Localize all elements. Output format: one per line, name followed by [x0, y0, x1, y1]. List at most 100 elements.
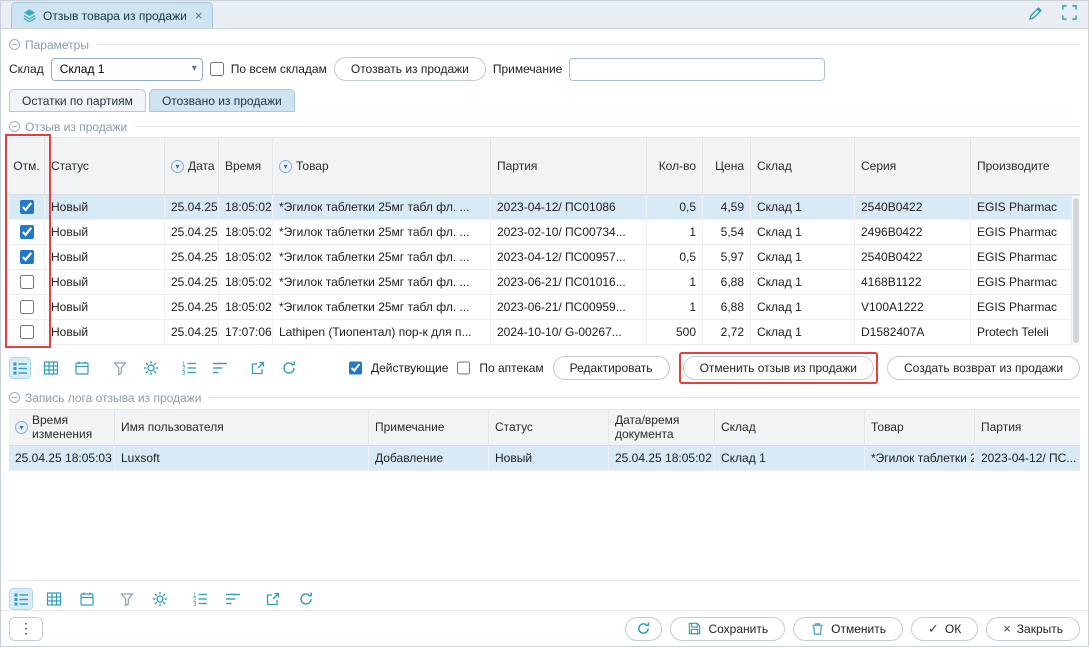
filter-icon[interactable]: [115, 588, 139, 610]
column-header-date-label: Дата: [188, 159, 215, 173]
sort-icon[interactable]: [209, 357, 231, 379]
sort-indicator-icon[interactable]: ▾: [279, 160, 292, 173]
cell-manufacturer: EGIS Pharmac: [971, 245, 1080, 269]
warehouse-combobox-input[interactable]: [52, 59, 202, 80]
tab-title: Отзыв товара из продажи: [43, 9, 187, 23]
save-button[interactable]: Сохранить: [670, 617, 785, 641]
grid-view-icon[interactable]: [40, 357, 62, 379]
column-header-time[interactable]: Время: [219, 138, 273, 194]
settings-gear-icon[interactable]: [148, 588, 172, 610]
create-return-button[interactable]: Создать возврат из продажи: [887, 356, 1080, 380]
refresh-icon[interactable]: [278, 357, 300, 379]
column-header-price[interactable]: Цена: [703, 138, 751, 194]
tab-stock-by-batches[interactable]: Остатки по партиям: [9, 89, 146, 112]
by-pharmacy-checkbox[interactable]: [457, 361, 470, 375]
recall-from-sale-button[interactable]: Отозвать из продажи: [334, 57, 486, 81]
column-header-batch[interactable]: Партия: [491, 138, 647, 194]
column-header-status[interactable]: Статус: [489, 410, 609, 445]
tab-recalled-from-sale[interactable]: Отозвано из продажи: [149, 89, 295, 112]
list-view-icon[interactable]: [9, 357, 31, 379]
cell-qty: 1: [647, 220, 703, 244]
table-row[interactable]: Новый 25.04.25 18:05:02 *Эгилок таблетки…: [9, 220, 1080, 245]
cell-product: *Эгилок таблетки 25мг табл фл. ...: [273, 245, 491, 269]
grid-view-icon[interactable]: [42, 588, 66, 610]
edit-pencil-icon[interactable]: [1027, 4, 1045, 22]
row-select-checkbox[interactable]: [20, 200, 34, 214]
close-button-label: Закрыть: [1017, 622, 1063, 636]
tab-recall-document[interactable]: Отзыв товара из продажи ×: [11, 2, 213, 28]
refresh-icon[interactable]: [294, 588, 318, 610]
cell-qty: 0,5: [647, 195, 703, 219]
refresh-button[interactable]: [625, 617, 662, 641]
tab-bar-actions: [1027, 0, 1078, 28]
settings-gear-icon[interactable]: [140, 357, 162, 379]
calendar-icon[interactable]: [75, 588, 99, 610]
column-header-batch[interactable]: Партия: [975, 410, 1080, 445]
column-header-qty[interactable]: Кол-во: [647, 138, 703, 194]
table-row[interactable]: Новый 25.04.25 18:05:02 *Эгилок таблетки…: [9, 270, 1080, 295]
chevron-down-icon[interactable]: ▾: [192, 63, 197, 74]
numbered-list-icon[interactable]: 123: [188, 588, 212, 610]
cell-batch: 2023-02-10/ ПС00734...: [491, 220, 647, 244]
column-header-warehouse[interactable]: Склад: [715, 410, 865, 445]
vertical-scrollbar[interactable]: [1071, 196, 1080, 345]
edit-button[interactable]: Редактировать: [553, 356, 670, 380]
collapse-log-icon[interactable]: [9, 392, 20, 403]
open-external-icon[interactable]: [247, 357, 269, 379]
log-table-row[interactable]: 25.04.25 18:05:03 Luxsoft Добавление Нов…: [9, 446, 1080, 471]
numbered-list-icon[interactable]: 123: [178, 357, 200, 379]
recall-table-toolbar: 123 Действующие По аптекам Редактировать…: [9, 353, 1080, 383]
cell-status: Новый: [489, 446, 609, 470]
column-header-product[interactable]: Товар: [865, 410, 975, 445]
cancel-recall-button[interactable]: Отменить отзыв из продажи: [683, 356, 874, 380]
column-header-doc-datetime[interactable]: Дата/время документа: [609, 410, 715, 445]
column-header-user-label: Имя пользователя: [121, 421, 224, 435]
note-input[interactable]: [569, 58, 825, 81]
check-icon: ✓: [928, 622, 939, 635]
table-row[interactable]: Новый 25.04.25 18:05:02 *Эгилок таблетки…: [9, 245, 1080, 270]
all-warehouses-checkbox[interactable]: [210, 62, 224, 76]
log-group-header: Запись лога отзыва из продажи: [9, 390, 1080, 405]
filter-icon[interactable]: [109, 357, 131, 379]
column-header-date[interactable]: ▾ Дата: [165, 138, 219, 194]
table-row[interactable]: Новый 25.04.25 18:05:02 *Эгилок таблетки…: [9, 295, 1080, 320]
more-actions-button[interactable]: ⋮: [9, 617, 43, 641]
sort-icon[interactable]: [221, 588, 245, 610]
table-row[interactable]: Новый 25.04.25 17:07:06 Lathipen (Тиопен…: [9, 320, 1080, 345]
calendar-icon[interactable]: [71, 357, 93, 379]
group-divider: [97, 44, 1080, 45]
column-header-product[interactable]: ▾Товар: [273, 138, 491, 194]
warehouse-combobox[interactable]: ▾: [51, 58, 203, 81]
table-row[interactable]: Новый 25.04.25 18:05:02 *Эгилок таблетки…: [9, 195, 1080, 220]
column-header-change-time[interactable]: ▾Время изменения: [9, 410, 115, 445]
column-header-note-label: Примечание: [375, 421, 444, 435]
collapse-recall-icon[interactable]: [9, 121, 20, 132]
cell-product: *Эгилок таблетки 25мг табл фл. ...: [273, 220, 491, 244]
close-button[interactable]: × Закрыть: [986, 617, 1080, 641]
row-select-checkbox[interactable]: [20, 250, 34, 264]
collapse-parameters-icon[interactable]: [9, 39, 20, 50]
tab-close-icon[interactable]: ×: [195, 8, 203, 23]
expand-icon[interactable]: [1061, 4, 1078, 21]
list-view-icon[interactable]: [9, 588, 33, 610]
active-only-checkbox[interactable]: [349, 361, 362, 375]
column-header-warehouse[interactable]: Склад: [751, 138, 855, 194]
row-select-checkbox[interactable]: [20, 225, 34, 239]
column-header-user[interactable]: Имя пользователя: [115, 410, 369, 445]
cell-date: 25.04.25: [165, 245, 219, 269]
column-header-note[interactable]: Примечание: [369, 410, 489, 445]
open-external-icon[interactable]: [261, 588, 285, 610]
row-select-checkbox[interactable]: [20, 300, 34, 314]
ok-button[interactable]: ✓ ОК: [911, 617, 978, 641]
column-header-status[interactable]: Статус: [45, 138, 165, 194]
column-header-otm[interactable]: Отм.: [9, 138, 45, 194]
column-header-series[interactable]: Серия: [855, 138, 971, 194]
column-header-manufacturer[interactable]: Производите: [971, 138, 1080, 194]
row-select-checkbox[interactable]: [20, 275, 34, 289]
row-select-checkbox[interactable]: [20, 325, 34, 339]
sort-indicator-icon[interactable]: ▾: [15, 421, 28, 434]
cancel-button[interactable]: Отменить: [793, 617, 903, 641]
cell-series: 4168B1122: [855, 270, 971, 294]
sort-indicator-icon[interactable]: ▾: [171, 160, 184, 173]
scrollbar-thumb[interactable]: [1073, 198, 1079, 343]
